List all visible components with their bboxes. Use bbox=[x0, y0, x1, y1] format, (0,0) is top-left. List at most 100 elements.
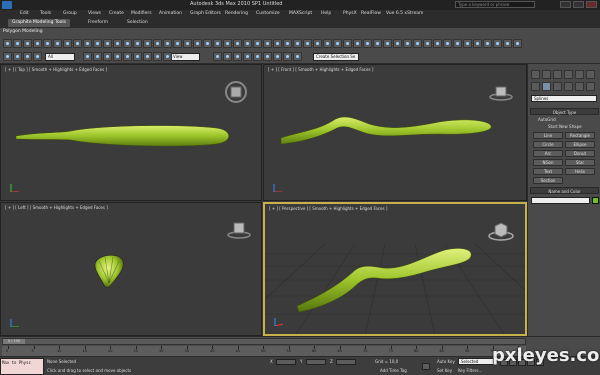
viewcube-icon[interactable] bbox=[488, 83, 514, 103]
toolbar-tool-icon[interactable] bbox=[243, 39, 252, 48]
tab-graphite-modeling-tools[interactable]: Graphite Modeling Tools bbox=[8, 19, 71, 27]
text-button[interactable]: Text bbox=[533, 168, 563, 175]
toolbar-tool-icon[interactable] bbox=[213, 52, 222, 61]
named-selection-dropdown[interactable]: Create Selection Se bbox=[313, 53, 359, 61]
maximize-button[interactable] bbox=[573, 1, 584, 8]
viewcube-icon[interactable] bbox=[223, 79, 249, 105]
toolbar-tool-icon[interactable] bbox=[123, 52, 132, 61]
menu-physx[interactable]: PhysX bbox=[343, 11, 357, 16]
toolbar-tool-icon[interactable] bbox=[263, 52, 272, 61]
toolbar-tool-icon[interactable] bbox=[293, 39, 302, 48]
motion-tab-icon[interactable] bbox=[564, 70, 573, 79]
lights-icon[interactable] bbox=[553, 82, 562, 91]
toolbar-tool-icon[interactable] bbox=[133, 39, 142, 48]
add-time-tag-button[interactable]: Add Time Tag bbox=[380, 368, 407, 373]
time-slider[interactable]: 0 / 100 bbox=[2, 338, 526, 345]
rectangle-button[interactable]: Rectangle bbox=[565, 132, 595, 139]
minimize-button[interactable] bbox=[560, 1, 571, 8]
arc-button[interactable]: Arc bbox=[533, 150, 563, 157]
object-worm-perspective[interactable] bbox=[295, 244, 485, 314]
toolbar-tool-icon[interactable] bbox=[413, 39, 422, 48]
toolbar-tool-icon[interactable] bbox=[493, 39, 502, 48]
viewport-perspective[interactable]: [ + ] [ Perspective ] [ Smooth + Highlig… bbox=[263, 202, 527, 336]
toolbar-tool-icon[interactable] bbox=[153, 52, 162, 61]
menu-maxscript[interactable]: MAXScript bbox=[289, 11, 312, 16]
time-slider-thumb[interactable]: 0 / 100 bbox=[3, 339, 25, 344]
toolbar-tool-icon[interactable] bbox=[203, 39, 212, 48]
toolbar-tool-icon[interactable] bbox=[223, 52, 232, 61]
toolbar-tool-icon[interactable] bbox=[23, 39, 32, 48]
object-worm-left[interactable] bbox=[91, 251, 127, 291]
toolbar-tool-icon[interactable] bbox=[453, 39, 462, 48]
menu-graph-editors[interactable]: Graph Editors bbox=[190, 11, 221, 16]
toolbar-tool-icon[interactable] bbox=[213, 39, 222, 48]
space-warps-icon[interactable] bbox=[586, 82, 595, 91]
toolbar-tool-icon[interactable] bbox=[323, 39, 332, 48]
close-button[interactable] bbox=[586, 1, 597, 8]
donut-button[interactable]: Donut bbox=[565, 150, 595, 157]
menu-modifiers[interactable]: Modifiers bbox=[131, 11, 152, 16]
toolbar-tool-icon[interactable] bbox=[163, 52, 172, 61]
menu-customize[interactable]: Customize bbox=[256, 11, 280, 16]
toolbar-tool-icon[interactable] bbox=[43, 39, 52, 48]
toolbar-tool-icon[interactable] bbox=[113, 39, 122, 48]
toolbar-tool-icon[interactable] bbox=[363, 39, 372, 48]
toolbar-tool-icon[interactable] bbox=[3, 39, 12, 48]
helix-button[interactable]: Helix bbox=[565, 168, 595, 175]
menu-animation[interactable]: Animation bbox=[159, 11, 182, 16]
cameras-icon[interactable] bbox=[564, 82, 573, 91]
set-key-button[interactable]: Set Key bbox=[437, 368, 452, 373]
tab-selection[interactable]: Selection bbox=[123, 19, 152, 27]
object-color-swatch[interactable] bbox=[592, 197, 599, 204]
menu-realflow[interactable]: RealFlow bbox=[361, 11, 381, 16]
object-type-rollout[interactable]: Object Type bbox=[530, 108, 599, 115]
key-mode-dropdown[interactable]: Selected bbox=[458, 358, 494, 365]
menu-group[interactable]: Group bbox=[63, 11, 77, 16]
z-coord-field[interactable] bbox=[336, 359, 356, 365]
toolbar-tool-icon[interactable] bbox=[393, 39, 402, 48]
maxscript-listener[interactable]: Max to Physc bbox=[0, 358, 44, 375]
toolbar-tool-icon[interactable] bbox=[83, 39, 92, 48]
menu-views[interactable]: Views bbox=[88, 11, 101, 16]
viewport-label[interactable]: [ + ] [ Top ] [ Smooth + Highlights + Ed… bbox=[5, 67, 107, 72]
toolbar-tool-icon[interactable] bbox=[193, 39, 202, 48]
app-logo-icon[interactable] bbox=[2, 1, 12, 9]
viewport-front[interactable]: [ + ] [ Front ] [ Smooth + Highlights + … bbox=[263, 64, 527, 201]
toolbar-tool-icon[interactable] bbox=[273, 52, 282, 61]
toolbar-tool-icon[interactable] bbox=[293, 52, 302, 61]
toolbar-tool-icon[interactable] bbox=[283, 39, 292, 48]
y-coord-field[interactable] bbox=[306, 359, 326, 365]
toolbar-tool-icon[interactable] bbox=[233, 52, 242, 61]
toolbar-tool-icon[interactable] bbox=[253, 52, 262, 61]
toolbar-tool-icon[interactable] bbox=[143, 39, 152, 48]
viewport-top[interactable]: [ + ] [ Top ] [ Smooth + Highlights + Ed… bbox=[0, 64, 262, 201]
toolbar-tool-icon[interactable] bbox=[463, 39, 472, 48]
ngon-button[interactable]: NGon bbox=[533, 159, 563, 166]
toolbar-tool-icon[interactable] bbox=[483, 39, 492, 48]
toolbar-tool-icon[interactable] bbox=[373, 39, 382, 48]
toolbar-tool-icon[interactable] bbox=[103, 52, 112, 61]
autogrid-checkbox[interactable]: AutoGrid bbox=[538, 117, 556, 122]
toolbar-tool-icon[interactable] bbox=[433, 39, 442, 48]
tab-freeform[interactable]: Freeform bbox=[84, 19, 112, 27]
toolbar-tool-icon[interactable] bbox=[303, 39, 312, 48]
ellipse-button[interactable]: Ellipse bbox=[565, 141, 595, 148]
geometry-icon[interactable] bbox=[531, 82, 540, 91]
toolbar-tool-icon[interactable] bbox=[173, 39, 182, 48]
toolbar-tool-icon[interactable] bbox=[513, 39, 522, 48]
toolbar-tool-icon[interactable] bbox=[223, 39, 232, 48]
reference-coord-dropdown[interactable]: View bbox=[170, 53, 200, 61]
toolbar-tool-icon[interactable] bbox=[133, 52, 142, 61]
display-tab-icon[interactable] bbox=[575, 70, 584, 79]
modify-tab-icon[interactable] bbox=[542, 70, 551, 79]
toolbar-tool-icon[interactable] bbox=[383, 39, 392, 48]
menu-vue[interactable]: Vue 6.5 xStream bbox=[386, 11, 423, 16]
toolbar-tool-icon[interactable] bbox=[13, 39, 22, 48]
toolbar-tool-icon[interactable] bbox=[283, 52, 292, 61]
toolbar-tool-icon[interactable] bbox=[83, 52, 92, 61]
name-and-color-rollout[interactable]: Name and Color bbox=[530, 187, 599, 194]
search-input[interactable]: Type a keyword or phrase bbox=[455, 1, 535, 8]
toolbar-tool-icon[interactable] bbox=[503, 39, 512, 48]
viewport-label[interactable]: [ + ] [ Front ] [ Smooth + Highlights + … bbox=[268, 67, 373, 72]
toolbar-tool-icon[interactable] bbox=[143, 52, 152, 61]
